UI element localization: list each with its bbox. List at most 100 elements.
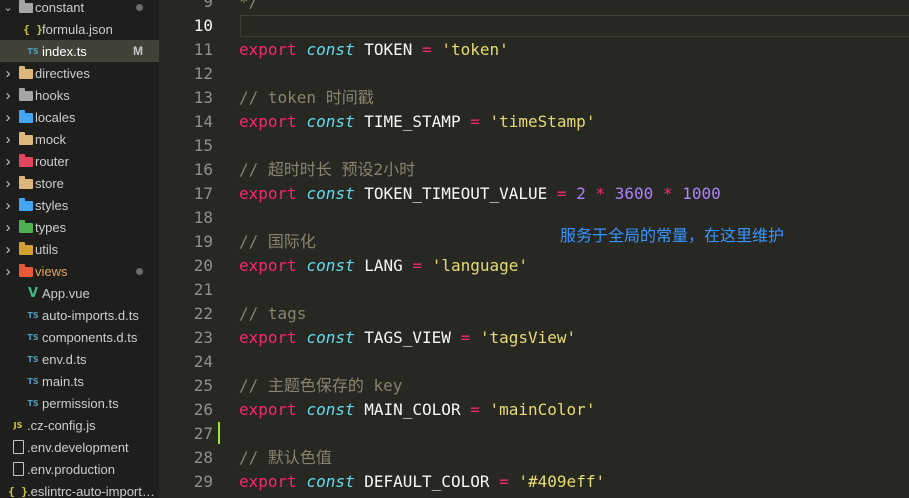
folder-icon xyxy=(18,242,34,256)
code-line[interactable]: 29 export const DEFAULT_COLOR = '#409eff' xyxy=(159,470,909,494)
code-line[interactable]: 14 export const TIME_STAMP = 'timeStamp' xyxy=(159,110,909,134)
chevron-right-icon[interactable]: › xyxy=(3,175,13,192)
explorer-item-env-production[interactable]: .env.production xyxy=(0,458,159,480)
chevron-right-icon[interactable]: › xyxy=(3,109,13,126)
explorer-item-mock[interactable]: › mock xyxy=(0,128,159,150)
code-line[interactable]: 12 xyxy=(159,62,909,86)
explorer-item-directives[interactable]: › directives xyxy=(0,62,159,84)
explorer-item-views[interactable]: › views xyxy=(0,260,159,282)
code-token: TOKEN xyxy=(354,40,423,59)
json-icon: { } xyxy=(23,22,43,36)
chevron-right-icon[interactable]: › xyxy=(3,65,13,82)
chevron-right-icon[interactable]: › xyxy=(3,263,13,280)
code-token: const xyxy=(306,256,355,275)
explorer-item-utils[interactable]: › utils xyxy=(0,238,159,260)
code-text: // 超时时长 预设2小时 xyxy=(239,158,415,182)
explorer-item-index-ts[interactable]: TS index.ts M xyxy=(0,40,159,62)
code-line[interactable]: 11 export const TOKEN = 'token' xyxy=(159,38,909,62)
code-token: 'language' xyxy=(431,256,529,275)
explorer-item-main-ts[interactable]: TS main.ts xyxy=(0,370,159,392)
code-line[interactable]: 21 xyxy=(159,278,909,302)
chevron-right-icon[interactable]: › xyxy=(3,197,13,214)
explorer-item-constant[interactable]: ⌄ constant xyxy=(0,0,159,18)
code-line[interactable]: 22 // tags xyxy=(159,302,909,326)
code-text: // 国际化 xyxy=(239,230,316,254)
chevron-right-icon[interactable]: › xyxy=(3,241,13,258)
line-number: 18 xyxy=(193,208,213,227)
code-line[interactable]: 10 xyxy=(159,14,909,38)
file-icon xyxy=(10,440,26,454)
code-line[interactable]: 19 // 国际化 xyxy=(159,230,909,254)
code-token: = xyxy=(460,328,471,347)
chevron-right-icon[interactable]: › xyxy=(3,87,13,104)
line-number: 12 xyxy=(193,64,213,83)
code-line[interactable]: 17 export const TOKEN_TIMEOUT_VALUE = 2 *… xyxy=(159,182,909,206)
code-line[interactable]: 20 export const LANG = 'language' xyxy=(159,254,909,278)
code-token: const xyxy=(306,112,355,131)
chevron-right-icon[interactable]: › xyxy=(3,131,13,148)
explorer-item-styles[interactable]: › styles xyxy=(0,194,159,216)
folder-icon xyxy=(18,132,34,146)
chevron-right-icon[interactable]: › xyxy=(3,153,13,170)
vue-icon: V xyxy=(27,285,39,301)
code-token: TOKEN_TIMEOUT_VALUE xyxy=(354,184,557,203)
code-token: export xyxy=(239,184,297,203)
typescript-icon: TS xyxy=(27,310,39,320)
code-token: = xyxy=(499,472,509,491)
code-line[interactable]: 15 xyxy=(159,134,909,158)
explorer-item-types[interactable]: › types xyxy=(0,216,159,238)
code-line[interactable]: 27 xyxy=(159,422,909,446)
line-number: 13 xyxy=(193,88,213,107)
code-editor[interactable]: 服务于全局的常量，在这里维护 9 */10 11 export const TOKEN… xyxy=(159,0,909,498)
explorer-item-formula-json[interactable]: { } formula.json xyxy=(0,18,159,40)
explorer-item-components-d-ts[interactable]: TS components.d.ts xyxy=(0,326,159,348)
code-line[interactable]: 24 xyxy=(159,350,909,374)
code-line[interactable]: 28 // 默认色值 xyxy=(159,446,909,470)
code-token: 'token' xyxy=(441,40,509,59)
explorer-item-store[interactable]: › store xyxy=(0,172,159,194)
code-line[interactable]: 25 // 主题色保存的 key xyxy=(159,374,909,398)
explorer-item-hooks[interactable]: › hooks xyxy=(0,84,159,106)
code-token: const xyxy=(306,472,355,491)
code-text: // token 时间戳 xyxy=(239,86,374,110)
code-line[interactable]: 9 */ xyxy=(159,0,909,14)
code-token: TIME_STAMP xyxy=(354,112,471,131)
code-token: DEFAULT_COLOR xyxy=(354,472,500,491)
code-text: export const TIME_STAMP = 'timeStamp' xyxy=(239,110,595,134)
explorer-item-permission-ts[interactable]: TS permission.ts xyxy=(0,392,159,414)
folder-icon xyxy=(18,88,34,102)
explorer-item-router[interactable]: › router xyxy=(0,150,159,172)
code-token: MAIN_COLOR xyxy=(354,400,471,419)
code-line[interactable]: 18 xyxy=(159,206,909,230)
code-token: = xyxy=(412,256,423,275)
explorer-item-app-vue[interactable]: V App.vue xyxy=(0,282,159,304)
explorer-item-cz-config-js[interactable]: JS .cz-config.js xyxy=(0,414,159,436)
explorer-item-env-d-ts[interactable]: TS env.d.ts xyxy=(0,348,159,370)
explorer-item-label: .cz-config.js xyxy=(27,417,96,433)
code-token: export xyxy=(239,328,297,347)
explorer-item-auto-imports-d-ts[interactable]: TS auto-imports.d.ts xyxy=(0,304,159,326)
typescript-icon: TS xyxy=(27,354,39,364)
code-token: // 国际化 xyxy=(239,232,316,251)
line-number: 26 xyxy=(193,400,213,419)
code-line[interactable]: 26 export const MAIN_COLOR = 'mainColor' xyxy=(159,398,909,422)
explorer-item-env-development[interactable]: .env.development xyxy=(0,436,159,458)
explorer-item-eslintrc-auto-import-json[interactable]: { } .eslintrc-auto-import.json xyxy=(0,480,159,498)
explorer-item-label: env.d.ts xyxy=(42,351,87,367)
chevron-down-icon[interactable]: ⌄ xyxy=(3,1,13,14)
line-number: 17 xyxy=(193,184,213,203)
code-token: // token 时间戳 xyxy=(239,88,374,107)
line-number: 22 xyxy=(193,304,213,323)
code-line[interactable]: 16 // 超时时长 预设2小时 xyxy=(159,158,909,182)
chevron-right-icon[interactable]: › xyxy=(3,219,13,236)
code-token: const xyxy=(306,184,355,203)
explorer-item-label: constant xyxy=(35,0,85,15)
code-line[interactable]: 23 export const TAGS_VIEW = 'tagsView' xyxy=(159,326,909,350)
git-status-badge: M xyxy=(133,44,143,58)
explorer-item-locales[interactable]: › locales xyxy=(0,106,159,128)
code-line[interactable]: 13 // token 时间戳 xyxy=(159,86,909,110)
line-number: 20 xyxy=(193,256,213,275)
